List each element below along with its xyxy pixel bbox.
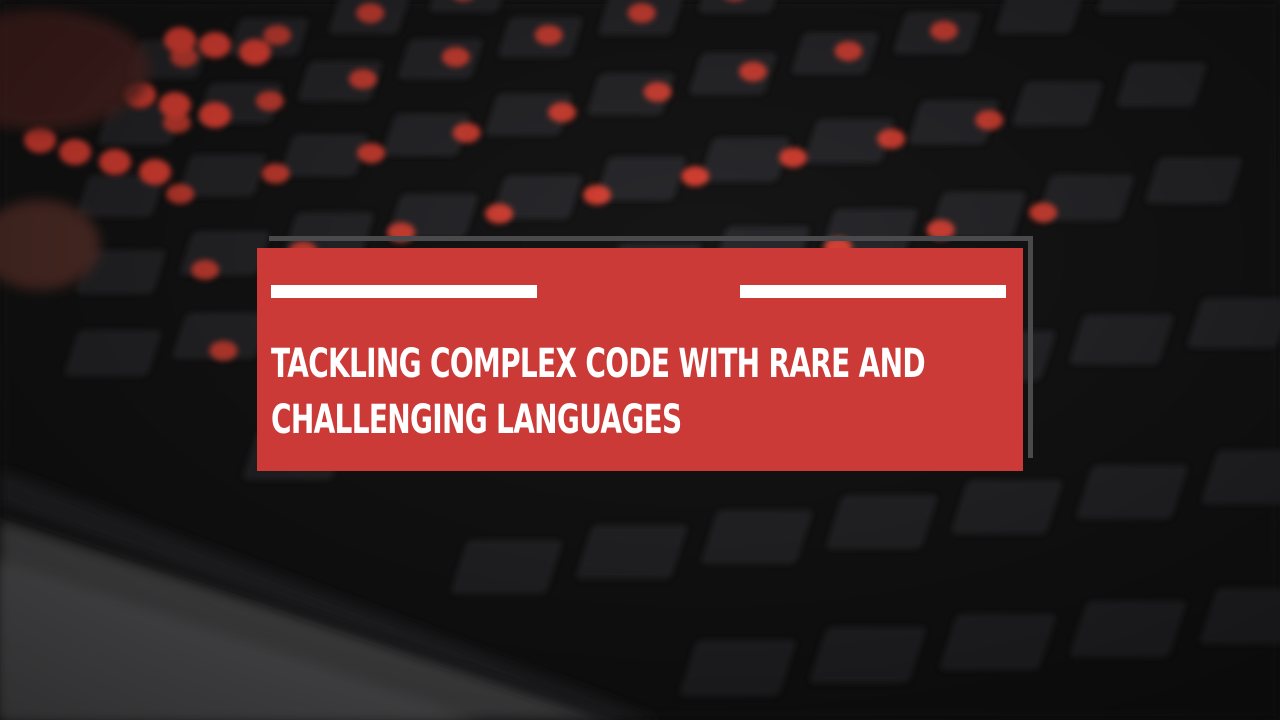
decorative-rule-right [740,285,1006,298]
decorative-rule-left [271,285,537,298]
card-panel: TACKLING COMPLEX CODE WITH RARE AND CHAL… [257,248,1023,471]
title-graphic: TACKLING COMPLEX CODE WITH RARE AND CHAL… [0,0,1280,720]
title-card: TACKLING COMPLEX CODE WITH RARE AND CHAL… [257,236,1033,471]
headline: TACKLING COMPLEX CODE WITH RARE AND CHAL… [271,341,926,443]
